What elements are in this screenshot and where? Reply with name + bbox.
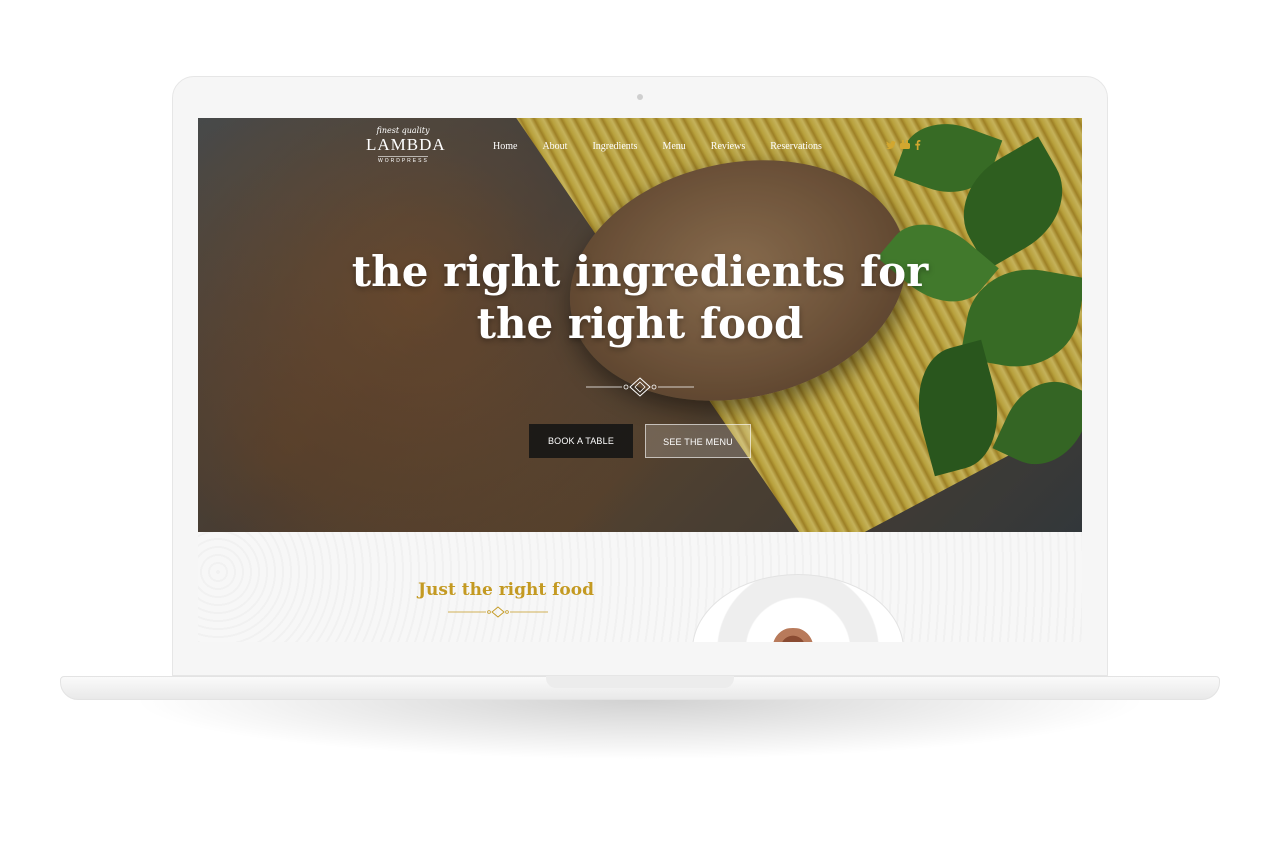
section-ornament-icon [448, 606, 548, 618]
about-section-content: Just the right food [198, 118, 1082, 642]
section-title: Just the right food [418, 580, 595, 600]
laptop-notch [546, 676, 734, 688]
laptop-shadow [130, 700, 1150, 760]
laptop-camera [637, 94, 643, 100]
